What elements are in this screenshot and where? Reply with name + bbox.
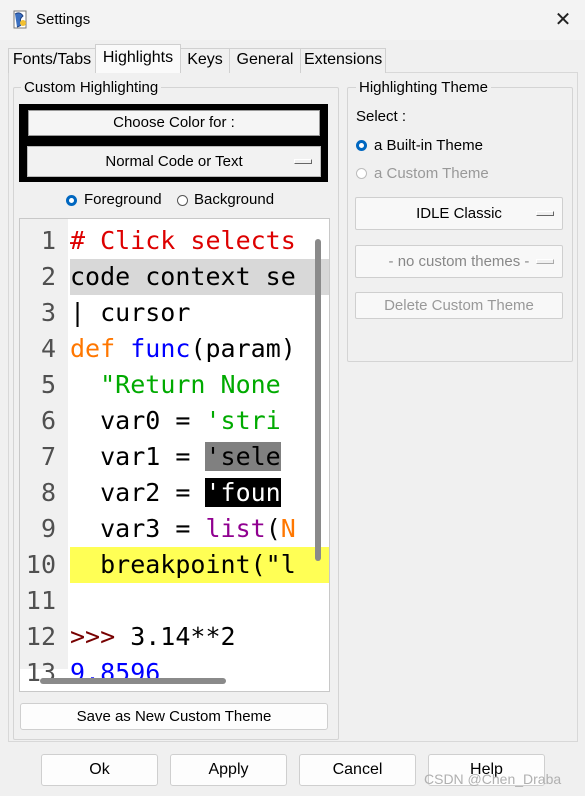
delete-custom-theme-button[interactable]: Delete Custom Theme	[355, 292, 563, 319]
window-title: Settings	[36, 11, 91, 28]
highlighting-theme-title: Highlighting Theme	[356, 79, 491, 96]
cancel-button[interactable]: Cancel	[299, 754, 416, 786]
code-line: # Click selects	[70, 226, 296, 255]
tab-general[interactable]: General	[229, 48, 301, 73]
line-number: 3	[40, 298, 56, 327]
code-line: var3 = list(N	[70, 514, 296, 543]
background-label: Background	[194, 191, 275, 208]
code-line: var0 = 'stri	[70, 406, 281, 435]
line-number: 8	[40, 478, 56, 507]
line-number: 4	[40, 334, 56, 363]
builtin-theme-value: IDLE Classic	[416, 205, 502, 222]
apply-button[interactable]: Apply	[170, 754, 287, 786]
choose-color-button[interactable]: Choose Color for :	[28, 110, 320, 136]
background-radio[interactable]	[177, 195, 188, 206]
ok-button[interactable]: Ok	[41, 754, 158, 786]
horizontal-scrollbar[interactable]	[40, 678, 226, 684]
highlight-target-dropdown[interactable]: Normal Code or Text	[27, 146, 321, 177]
highlight-sample-text[interactable]: 1 2 3 4 5 6 7 8 9 10 11 12 13 # Click selects code co…	[19, 218, 330, 692]
custom-theme-radio[interactable]	[356, 168, 367, 179]
close-button[interactable]: ✕	[548, 6, 578, 34]
vertical-scrollbar[interactable]	[315, 239, 321, 561]
dropdown-indicator-icon	[536, 211, 554, 216]
custom-highlighting-title: Custom Highlighting	[21, 79, 162, 96]
builtin-theme-radio[interactable]	[356, 140, 367, 151]
highlight-target-label: Normal Code or Text	[105, 153, 243, 170]
foreground-label: Foreground	[84, 191, 162, 208]
tab-extensions[interactable]: Extensions	[300, 48, 386, 73]
code-line: | cursor	[70, 298, 191, 327]
custom-theme-label: a Custom Theme	[374, 165, 489, 182]
dropdown-indicator-icon	[294, 159, 312, 164]
line-number: 1	[40, 226, 56, 255]
line-number: 7	[40, 442, 56, 471]
code-line: def func(param)	[70, 334, 296, 363]
line-number: 6	[40, 406, 56, 435]
line-number: 5	[40, 370, 56, 399]
builtin-theme-dropdown[interactable]: IDLE Classic	[355, 197, 563, 230]
code-line: >>> 3.14**2	[70, 622, 236, 651]
line-number: 12	[25, 622, 56, 651]
select-label: Select :	[356, 108, 407, 125]
line-number: 10	[25, 550, 56, 579]
idle-app-icon	[13, 10, 27, 29]
tab-highlights[interactable]: Highlights	[95, 44, 181, 73]
line-number: 9	[40, 514, 56, 543]
builtin-theme-label: a Built-in Theme	[374, 137, 483, 154]
code-line: code context se	[70, 259, 329, 295]
code-line: var1 = 'sele	[70, 442, 281, 471]
code-line: 9.8596	[70, 658, 161, 687]
foreground-radio[interactable]	[66, 195, 77, 206]
line-number: 11	[25, 586, 56, 615]
tab-keys[interactable]: Keys	[180, 48, 230, 73]
line-number: 2	[40, 262, 56, 291]
dropdown-indicator-icon	[536, 259, 554, 264]
custom-theme-dropdown[interactable]: - no custom themes -	[355, 245, 563, 278]
watermark: CSDN @Chen_Draba	[424, 771, 562, 787]
tab-fonts-tabs[interactable]: Fonts/Tabs	[8, 48, 96, 73]
line-number: 13	[25, 658, 56, 687]
custom-theme-value: - no custom themes -	[388, 253, 530, 270]
code-line: breakpoint("l	[70, 547, 329, 583]
code-line: "Return None	[100, 370, 281, 399]
save-custom-theme-button[interactable]: Save as New Custom Theme	[20, 703, 328, 730]
code-line: var2 = 'foun	[70, 478, 281, 507]
